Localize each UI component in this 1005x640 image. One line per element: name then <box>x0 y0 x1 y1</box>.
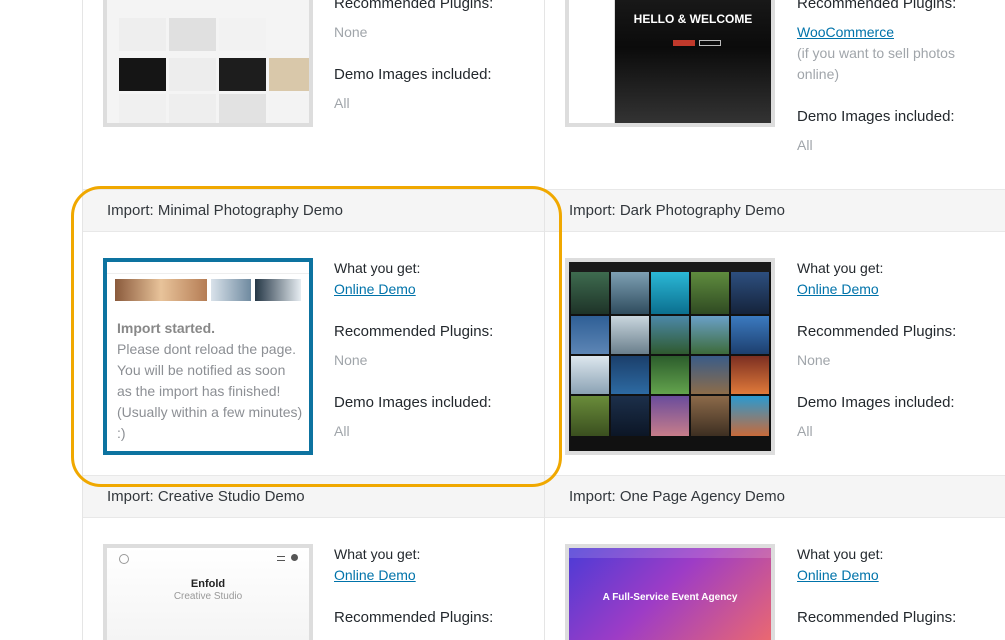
demo-images-label: Demo Images included: <box>797 394 955 411</box>
woocommerce-note: (if you want to sell photos online) <box>797 45 955 82</box>
what-you-get-label: What you get: <box>334 546 421 562</box>
thumb-title: Enfold <box>190 578 226 590</box>
recommended-plugins-label: Recommended Plugins: <box>334 0 494 12</box>
what-you-get-label: What you get: <box>797 260 884 276</box>
demo-thumbnail-dark-photography[interactable] <box>565 258 775 455</box>
online-demo-link[interactable]: Online Demo <box>797 567 879 583</box>
demo-images-value: All <box>797 137 813 153</box>
demo-title: Import: Dark Photography Demo <box>569 202 785 219</box>
highlight-outline <box>71 186 562 487</box>
online-demo-link[interactable]: Online Demo <box>797 281 879 297</box>
demo-header-dark-photography: Import: Dark Photography Demo <box>545 189 1005 232</box>
logo-icon <box>119 554 129 564</box>
woocommerce-link[interactable]: WooCommerce <box>797 24 894 40</box>
demo-images-value: All <box>797 423 813 439</box>
demo-thumbnail-branding[interactable] <box>103 0 313 127</box>
menu-icon <box>277 556 285 561</box>
recommended-plugins-label: Recommended Plugins: <box>797 323 957 340</box>
demo-images-label: Demo Images included: <box>797 108 955 125</box>
demo-images-label: Demo Images included: <box>334 66 492 83</box>
thumb-subtitle: Creative Studio <box>173 591 243 602</box>
demo-thumbnail-one-page-agency[interactable]: A Full-Service Event Agency <box>565 544 775 640</box>
demo-thumbnail-hello-welcome[interactable]: HELLO & WELCOME <box>565 0 775 127</box>
demo-thumbnail-creative-studio[interactable]: Enfold Creative Studio <box>103 544 313 640</box>
recommended-plugins-label: Recommended Plugins: <box>797 609 957 626</box>
recommended-plugins-label: Recommended Plugins: <box>334 609 494 626</box>
demo-title: Import: One Page Agency Demo <box>569 488 785 505</box>
recommended-plugins-value: None <box>797 352 831 368</box>
recommended-plugins-value: None <box>334 24 368 40</box>
thumb-heading: HELLO & WELCOME <box>633 12 753 26</box>
what-you-get-label: What you get: <box>797 546 884 562</box>
demo-header-one-page-agency: Import: One Page Agency Demo <box>545 475 1005 518</box>
demo-title: Import: Creative Studio Demo <box>107 488 305 505</box>
close-icon <box>291 554 298 561</box>
demo-images-value: All <box>334 95 350 111</box>
online-demo-link[interactable]: Online Demo <box>334 567 416 583</box>
recommended-plugins-label: Recommended Plugins: <box>797 0 957 12</box>
thumb-title: A Full-Service Event Agency <box>602 592 738 603</box>
